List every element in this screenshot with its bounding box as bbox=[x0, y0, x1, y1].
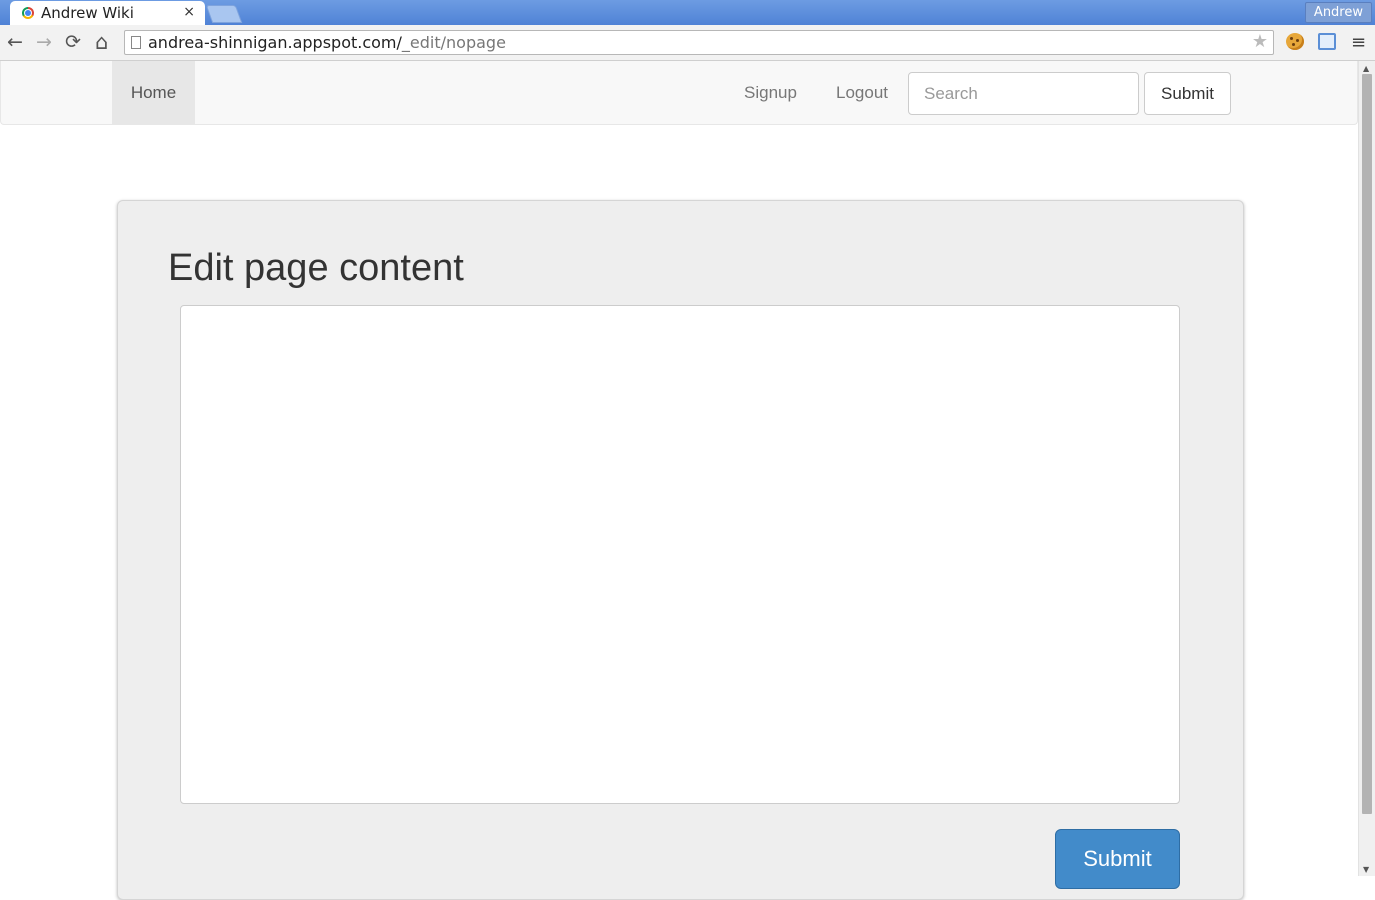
page-icon bbox=[131, 36, 141, 49]
browser-toolbar: ← → ⟳ ⌂ andrea-shinnigan.appspot.com/_ed… bbox=[0, 25, 1375, 61]
home-icon[interactable]: ⌂ bbox=[95, 31, 108, 53]
nav-logout-link[interactable]: Logout bbox=[836, 61, 888, 125]
content-submit-button[interactable]: Submit bbox=[1055, 829, 1180, 889]
cookie-extension-icon[interactable] bbox=[1286, 33, 1304, 50]
scrollbar-thumb[interactable] bbox=[1362, 74, 1372, 814]
menu-icon[interactable]: ≡ bbox=[1351, 34, 1366, 52]
url-path: _edit/nopage bbox=[401, 33, 506, 52]
content-textarea[interactable] bbox=[180, 305, 1180, 804]
page-title: Edit page content bbox=[168, 247, 464, 289]
address-bar[interactable]: andrea-shinnigan.appspot.com/_edit/nopag… bbox=[124, 30, 1274, 55]
scroll-up-arrow-icon[interactable]: ▲ bbox=[1363, 64, 1369, 73]
back-icon[interactable]: ← bbox=[7, 31, 23, 53]
profile-button[interactable]: Andrew bbox=[1304, 2, 1372, 23]
search-input[interactable] bbox=[908, 72, 1139, 115]
site-navbar: Home Signup Logout Submit bbox=[0, 61, 1358, 125]
scroll-down-arrow-icon[interactable]: ▼ bbox=[1363, 865, 1369, 874]
nav-signup-link[interactable]: Signup bbox=[744, 61, 797, 125]
page-scrollbar[interactable]: ▲ ▼ bbox=[1358, 61, 1375, 876]
browser-tab-strip: Andrew Wiki × Andrew bbox=[0, 0, 1375, 25]
folder-extension-icon[interactable] bbox=[1318, 33, 1336, 50]
search-submit-button[interactable]: Submit bbox=[1144, 72, 1231, 115]
bookmark-star-icon[interactable]: ★ bbox=[1252, 31, 1268, 52]
tab-title: Andrew Wiki bbox=[41, 4, 134, 22]
new-tab-button[interactable] bbox=[205, 5, 243, 23]
forward-icon[interactable]: → bbox=[36, 31, 52, 53]
nav-home-link[interactable]: Home bbox=[112, 61, 195, 125]
browser-tab[interactable]: Andrew Wiki × bbox=[10, 1, 205, 25]
reload-icon[interactable]: ⟳ bbox=[65, 31, 81, 53]
url-text: andrea-shinnigan.appspot.com/_edit/nopag… bbox=[148, 33, 506, 52]
edit-panel: Edit page content Submit bbox=[117, 200, 1244, 900]
site-favicon-icon bbox=[22, 7, 34, 19]
close-tab-icon[interactable]: × bbox=[183, 4, 195, 20]
url-host: andrea-shinnigan.appspot.com/ bbox=[148, 33, 402, 52]
